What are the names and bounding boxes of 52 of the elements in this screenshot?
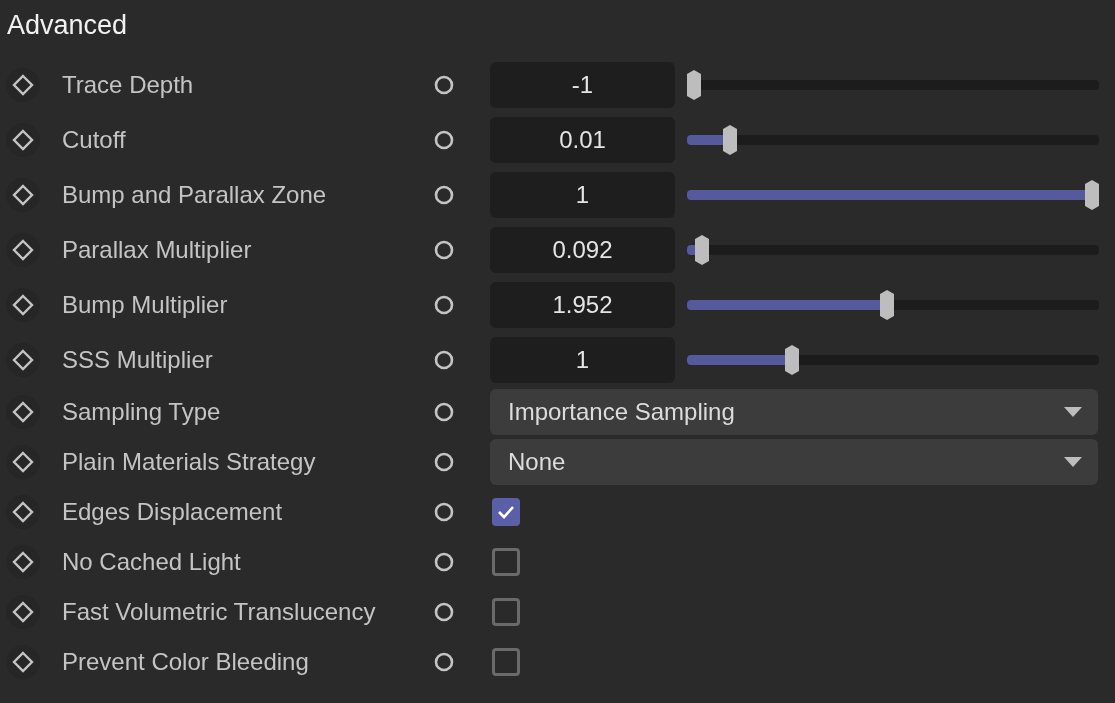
parameter-label: Sampling Type	[62, 397, 222, 427]
caret-icon	[1064, 407, 1082, 417]
parameter-label: Cutoff	[62, 124, 127, 155]
slider-track[interactable]	[687, 344, 1099, 375]
number-field[interactable]: 1	[490, 171, 675, 218]
slider-track[interactable]	[687, 179, 1099, 210]
circle-icon[interactable]	[434, 129, 454, 150]
slider-track[interactable]	[687, 234, 1099, 265]
slider-thumb[interactable]	[722, 124, 737, 155]
circle-icon[interactable]	[434, 239, 454, 260]
number-field[interactable]: 0.092	[490, 226, 675, 273]
circle-icon[interactable]	[434, 294, 454, 315]
dropdown[interactable]: None	[490, 439, 1098, 485]
dropdown[interactable]: Importance Sampling	[490, 389, 1098, 435]
parameter-label: Trace Depth	[62, 69, 195, 100]
circle-icon[interactable]	[434, 552, 454, 572]
circle-icon[interactable]	[434, 502, 454, 522]
section-title: Advanced	[7, 9, 128, 43]
parameter-label: Plain Materials Strategy	[62, 447, 317, 477]
number-field[interactable]: 1	[490, 336, 675, 383]
slider-track[interactable]	[687, 124, 1099, 155]
slider-track[interactable]	[687, 69, 1099, 100]
number-field[interactable]: -1	[490, 61, 675, 108]
slider-thumb[interactable]	[1085, 179, 1099, 210]
slider-track[interactable]	[687, 289, 1099, 320]
slider-thumb[interactable]	[687, 69, 701, 100]
caret-icon	[1064, 457, 1082, 467]
parameter-label: Prevent Color Bleeding	[62, 647, 310, 677]
circle-icon[interactable]	[434, 652, 454, 672]
checkbox[interactable]	[492, 648, 520, 676]
checkbox[interactable]	[492, 598, 520, 626]
number-field[interactable]: 0.01	[490, 116, 675, 163]
checkbox[interactable]	[492, 498, 520, 526]
slider-thumb[interactable]	[694, 234, 709, 265]
circle-icon[interactable]	[434, 602, 454, 622]
number-field[interactable]: 1.952	[490, 281, 675, 328]
circle-icon[interactable]	[434, 184, 454, 205]
parameter-label: Fast Volumetric Translucency	[62, 597, 377, 627]
checkmark-icon	[497, 505, 515, 519]
parameter-label: SSS Multiplier	[62, 344, 214, 375]
parameter-label: Bump Multiplier	[62, 289, 229, 320]
parameter-label: No Cached Light	[62, 547, 242, 577]
circle-icon[interactable]	[434, 74, 454, 95]
circle-icon[interactable]	[434, 452, 454, 472]
parameter-label: Edges Displacement	[62, 497, 284, 527]
slider-thumb[interactable]	[784, 344, 799, 375]
circle-icon[interactable]	[434, 349, 454, 370]
parameter-label: Parallax Multiplier	[62, 234, 253, 265]
slider-thumb[interactable]	[880, 289, 894, 320]
checkbox[interactable]	[492, 548, 520, 576]
circle-icon[interactable]	[434, 402, 454, 422]
parameter-label: Bump and Parallax Zone	[62, 179, 328, 210]
